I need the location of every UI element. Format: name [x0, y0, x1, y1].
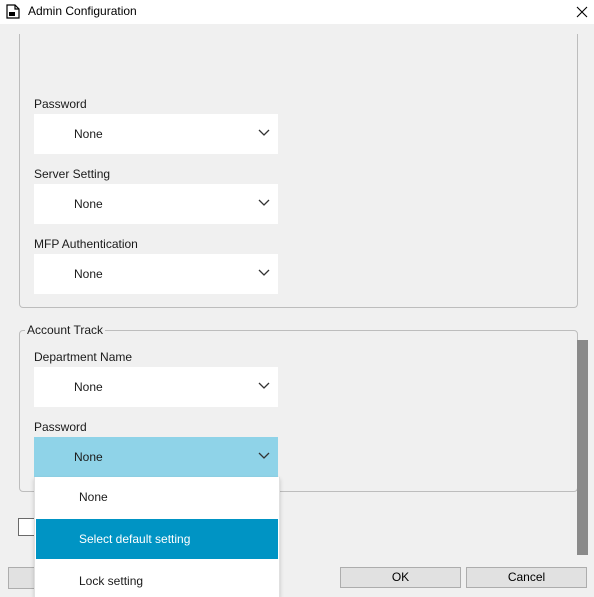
account-track-legend: Account Track: [25, 323, 106, 337]
account-password-select[interactable]: None: [34, 437, 278, 477]
close-icon[interactable]: [572, 2, 592, 22]
server-setting-select-value: None: [74, 197, 103, 211]
document-icon: [6, 4, 20, 19]
dropdown-option-label: Select default setting: [79, 532, 191, 546]
chevron-down-icon: [258, 129, 270, 136]
mfp-authentication-label: MFP Authentication: [34, 237, 138, 251]
mfp-authentication-select-value: None: [74, 267, 103, 281]
window-title: Admin Configuration: [28, 4, 137, 18]
server-setting-label: Server Setting: [34, 167, 111, 181]
password-dropdown-list: None Select default setting Lock setting: [34, 477, 280, 597]
password-select-value: None: [74, 127, 103, 141]
ok-button[interactable]: OK: [340, 567, 461, 588]
dialog-content: Password None Server Setting None MFP Au…: [0, 24, 594, 597]
chevron-down-icon: [258, 382, 270, 389]
password-label: Password: [34, 97, 87, 111]
cancel-button[interactable]: Cancel: [466, 567, 587, 588]
dropdown-option-label: Lock setting: [79, 574, 144, 588]
server-setting-select[interactable]: None: [34, 184, 278, 224]
chevron-down-icon: [258, 452, 270, 459]
mfp-authentication-select[interactable]: None: [34, 254, 278, 294]
dropdown-option-select-default-setting[interactable]: Select default setting: [36, 519, 278, 559]
department-name-select-value: None: [74, 380, 103, 394]
title-bar: Admin Configuration: [0, 0, 594, 24]
account-password-select-value: None: [74, 450, 103, 464]
dropdown-option-label: None: [79, 490, 108, 504]
password-select[interactable]: None: [34, 114, 278, 154]
dropdown-option-lock-setting[interactable]: Lock setting: [36, 561, 278, 597]
department-name-label: Department Name: [34, 350, 133, 364]
chevron-down-icon: [258, 199, 270, 206]
account-password-label: Password: [34, 420, 87, 434]
dropdown-option-none[interactable]: None: [36, 477, 278, 517]
chevron-down-icon: [258, 269, 270, 276]
scrollbar-thumb[interactable]: [577, 340, 588, 555]
department-name-select[interactable]: None: [34, 367, 278, 407]
